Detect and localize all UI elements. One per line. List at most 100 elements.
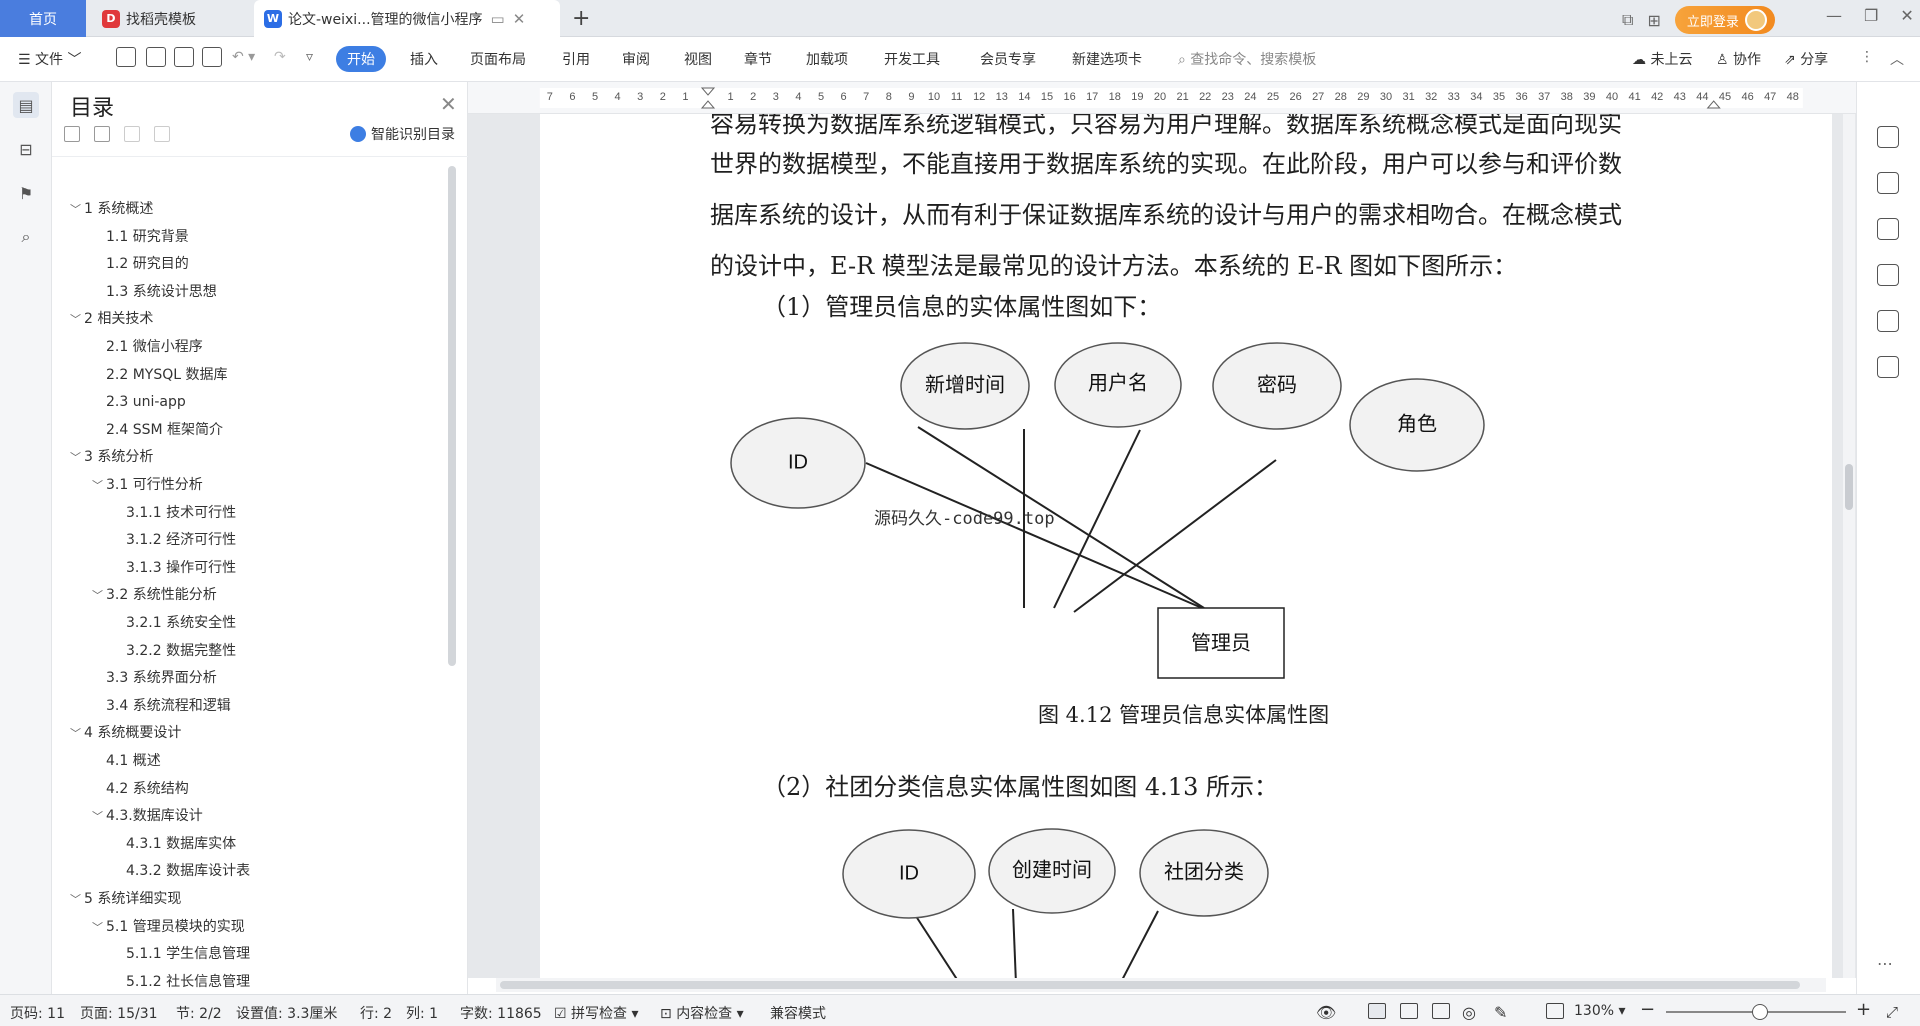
chevron-down-icon[interactable]: ﹀ [92,475,106,497]
toc-item[interactable]: ﹀ 3.2 系统性能分析 [92,584,217,606]
more-icon[interactable]: ⋮ [1860,49,1874,65]
menu-page-layout[interactable]: 页面布局 [470,49,526,69]
toc-item[interactable]: ﹀ 4.3.数据库设计 [92,805,203,827]
book-icon[interactable] [1877,356,1899,378]
toc-item[interactable]: 1.2 研究目的 [92,253,189,275]
fullscreen-icon[interactable]: ⤢ [1886,1003,1898,1021]
toc-item[interactable]: 4.2 系统结构 [92,778,189,800]
reading-view-icon[interactable] [1432,1003,1450,1019]
menu-insert[interactable]: 插入 [410,49,438,69]
chevron-down-icon[interactable]: ﹀ [92,806,106,828]
chevron-down-icon[interactable]: ﹀ [70,199,84,221]
menu-addins[interactable]: 加载项 [806,49,848,69]
close-icon[interactable]: ✕ [440,92,457,116]
toc-item[interactable]: 3.1.3 操作可行性 [112,557,236,579]
toc-item[interactable]: 4.3.1 数据库实体 [112,833,236,855]
horizontal-scroll-thumb[interactable] [500,981,1800,989]
close-window-icon[interactable]: ✕ [1900,6,1913,25]
remove-heading-icon[interactable] [154,126,170,142]
menu-new-tab[interactable]: 新建选项卡 [1072,49,1142,69]
toc-item[interactable]: ﹀ 5 系统详细实现 [70,888,181,910]
menu-member[interactable]: 会员专享 [980,49,1036,69]
toc-nav-icon[interactable]: ▤ [13,92,39,118]
toc-item[interactable]: ﹀ 2 相关技术 [70,308,153,330]
add-heading-icon[interactable] [124,126,140,142]
vertical-scroll-thumb[interactable] [1845,464,1853,510]
fit-page-icon[interactable] [1546,1003,1564,1019]
print-preview-icon[interactable] [202,47,222,67]
toc-item[interactable]: 2.4 SSM 框架简介 [92,419,223,441]
toc-item[interactable]: ﹀ 1 系统概述 [70,198,153,220]
toc-item[interactable]: 2.3 uni-app [92,391,186,413]
toc-item[interactable]: 5.1.2 社长信息管理 [112,971,250,993]
more-tools-icon[interactable]: ⋯ [1877,954,1899,976]
more-quick-icon[interactable]: ▿ [306,49,313,65]
write-mode-icon[interactable]: ✎ [1494,1003,1507,1022]
horizontal-ruler[interactable]: 7 6 5 4 3 2 1 1 2 3 4 5 6 7 8 9 10 11 12 13 14 15 16 17 18 19 20 21… [468,82,1856,114]
collapse-all-icon[interactable] [94,126,110,142]
toc-item[interactable]: ﹀ 3 系统分析 [70,446,153,468]
expand-all-icon[interactable] [64,126,80,142]
toc-item[interactable]: 1.3 系统设计思想 [92,281,217,303]
toc-item[interactable]: 3.4 系统流程和逻辑 [92,695,231,717]
toc-item[interactable]: ﹀ 5.1 管理员模块的实现 [92,916,245,938]
reading-mode-icon[interactable]: ⧉ [1622,10,1633,30]
toc-item[interactable]: 3.3 系统界面分析 [92,667,217,689]
web-view-icon[interactable]: ◎ [1462,1003,1476,1022]
image-tool-icon[interactable] [1877,264,1899,286]
document-page[interactable]: 容易转换为数据库系统逻辑模式，只容易为用户理解。数据库系统概念模式是面向现实 世… [540,114,1832,978]
chevron-down-icon[interactable]: ﹀ [70,723,84,745]
chevron-down-icon[interactable]: ﹀ [70,309,84,331]
pin-icon[interactable]: ▭ [491,10,505,28]
share-button[interactable]: ⇗ 分享 [1784,49,1828,69]
tab-document[interactable]: W 论文-weixi...管理的微信小程序 ▭ ✕ [254,0,560,37]
file-menu[interactable]: ☰ 文件 ﹀ [18,49,81,69]
smart-toc-button[interactable]: 智能识别目录 [350,124,455,144]
eye-protect-icon[interactable]: 👁 [1316,1003,1336,1022]
menu-developer[interactable]: 开发工具 [884,49,940,69]
bookmark-icon[interactable]: ⚑ [13,180,39,206]
adjust-icon[interactable] [1877,218,1899,240]
save-icon[interactable] [116,47,136,67]
cloud-button[interactable]: ☁ 未上云 [1632,49,1692,69]
command-search[interactable]: ⌕ 查找命令、搜索模板 [1178,49,1316,69]
chevron-down-icon[interactable]: ﹀ [70,889,84,911]
undo-icon[interactable]: ↶ ▾ [232,49,255,65]
login-button[interactable]: 立即登录 [1674,6,1775,34]
toc-item[interactable]: 3.2.2 数据完整性 [112,640,236,662]
content-check-button[interactable]: ⊡ 内容检查 ▾ [660,1003,744,1023]
tab-template[interactable]: D 找稻壳模板 [92,0,248,37]
status-words[interactable]: 字数: 11865 [460,1003,542,1023]
toc-item[interactable]: 2.1 微信小程序 [92,336,203,358]
toc-item[interactable]: 1.1 研究背景 [92,226,189,248]
tab-home[interactable]: 首页 [0,0,86,37]
chevron-down-icon[interactable]: ﹀ [92,917,106,939]
new-tab-button[interactable]: + [572,6,590,31]
menu-start[interactable]: 开始 [336,46,386,72]
status-pages[interactable]: 页面: 15/31 [80,1003,158,1023]
spell-check-button[interactable]: ☑ 拼写检查 ▾ [554,1003,639,1023]
outline-view-icon[interactable] [1400,1003,1418,1019]
restore-icon[interactable]: ❐ [1864,6,1878,25]
toc-item[interactable]: 3.1.1 技术可行性 [112,502,236,524]
toc-item[interactable]: ﹀ 3.1 可行性分析 [92,474,203,496]
grid-apps-icon[interactable]: ⊞ [1647,11,1660,30]
collapse-ribbon-icon[interactable]: ︿ [1890,49,1904,69]
zoom-in-icon[interactable]: + [1856,999,1871,1020]
menu-references[interactable]: 引用 [562,49,590,69]
chevron-down-icon[interactable]: ﹀ [70,447,84,469]
export-pdf-icon[interactable] [146,47,166,67]
find-icon[interactable]: ⌕ [13,224,39,250]
minimize-icon[interactable]: — [1826,6,1842,25]
menu-view[interactable]: 视图 [684,49,712,69]
toc-scrollbar[interactable] [448,166,456,666]
menu-review[interactable]: 审阅 [622,49,650,69]
toc-item[interactable]: 3.2.1 系统安全性 [112,612,236,634]
chapter-nav-icon[interactable]: ⊟ [13,136,39,162]
toc-item[interactable]: 4.3.2 数据库设计表 [112,860,250,882]
toc-item[interactable]: 5.1.1 学生信息管理 [112,943,250,965]
horizontal-scrollbar[interactable] [496,978,1826,992]
menu-chapter[interactable]: 章节 [744,49,772,69]
vertical-scrollbar[interactable] [1843,114,1855,978]
page-view-icon[interactable] [1368,1003,1386,1019]
